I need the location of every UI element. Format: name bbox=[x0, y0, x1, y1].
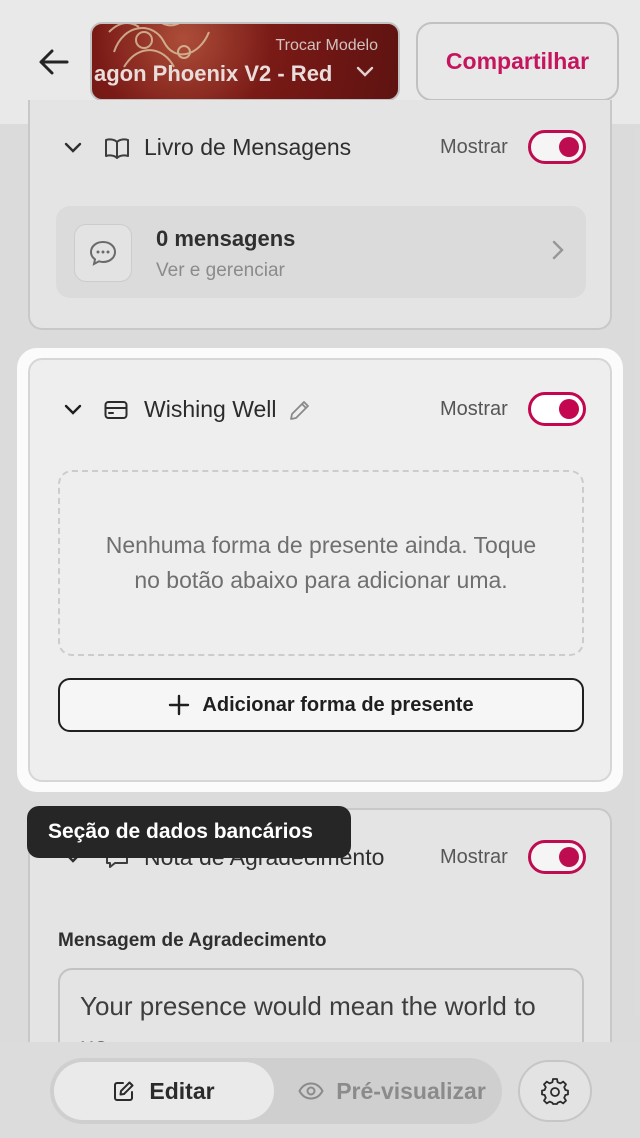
edit-tab[interactable]: Editar bbox=[54, 1062, 274, 1120]
gear-icon bbox=[541, 1078, 569, 1105]
bottom-bar: Editar Pré-visualizar bbox=[0, 1042, 640, 1138]
wishing-well-header: Wishing Well bbox=[64, 396, 311, 423]
settings-button[interactable] bbox=[518, 1060, 592, 1122]
wishing-well-show-label: Mostrar bbox=[440, 398, 508, 420]
add-gift-method-button[interactable]: Adicionar forma de presente bbox=[58, 678, 584, 732]
wishing-well-title: Wishing Well bbox=[144, 396, 277, 422]
wishing-well-section: Wishing Well Mostrar Nenhuma forma de pr… bbox=[28, 358, 612, 782]
pencil-icon[interactable] bbox=[289, 399, 311, 421]
credit-card-icon bbox=[104, 400, 128, 419]
preview-tab[interactable]: Pré-visualizar bbox=[286, 1062, 498, 1120]
wishing-well-toggle[interactable] bbox=[528, 392, 586, 426]
mode-switcher: Editar Pré-visualizar bbox=[50, 1058, 502, 1124]
plus-icon bbox=[169, 694, 190, 716]
empty-state-text: Nenhuma forma de presente ainda. Toque n… bbox=[105, 532, 537, 593]
edit-icon bbox=[114, 1081, 134, 1101]
edit-label: Editar bbox=[149, 1077, 215, 1104]
chevron-down-icon[interactable] bbox=[64, 404, 82, 416]
bank-details-tooltip: Seção de dados bancários bbox=[27, 806, 351, 858]
eye-icon bbox=[298, 1082, 324, 1100]
empty-state: Nenhuma forma de presente ainda. Toque n… bbox=[58, 470, 584, 656]
add-gift-method-label: Adicionar forma de presente bbox=[202, 693, 474, 716]
preview-label: Pré-visualizar bbox=[336, 1077, 486, 1104]
